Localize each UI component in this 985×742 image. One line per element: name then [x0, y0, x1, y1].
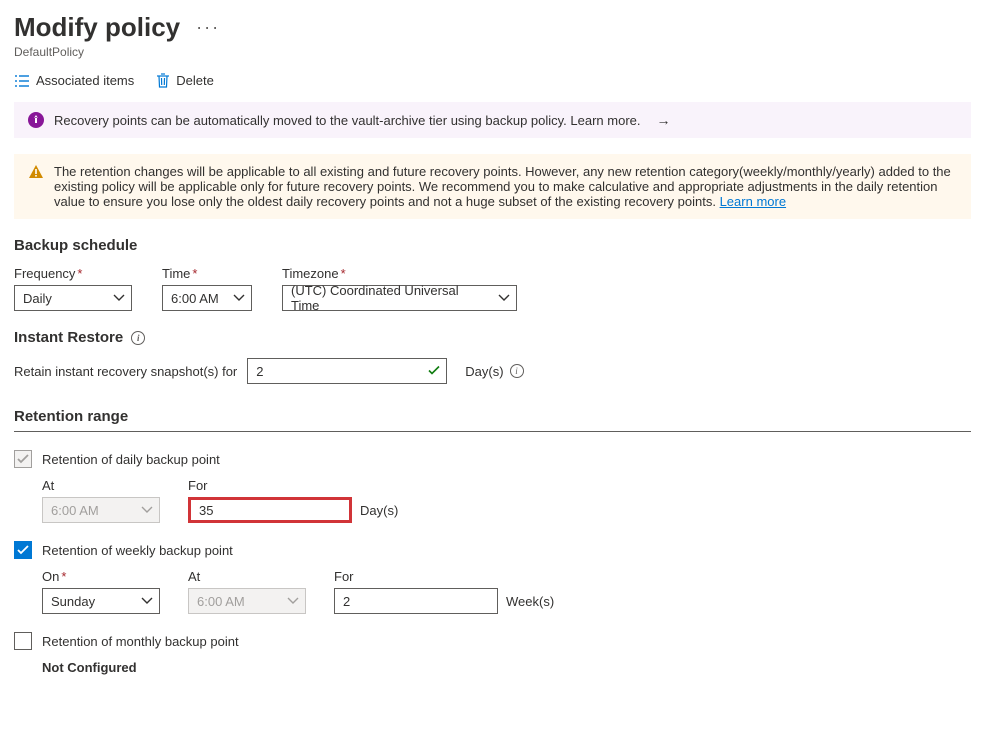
timezone-select[interactable]: (UTC) Coordinated Universal Time: [282, 285, 517, 311]
learn-more-arrow[interactable]: →: [657, 112, 671, 128]
instant-restore-heading: Instant Restore i: [14, 329, 971, 346]
info-icon[interactable]: i: [510, 364, 524, 378]
associated-items-button[interactable]: Associated items: [14, 73, 134, 88]
trash-icon: [156, 73, 170, 88]
chevron-down-icon: [287, 597, 299, 605]
daily-for-label: For: [188, 478, 398, 493]
daily-at-value: 6:00 AM: [51, 503, 99, 518]
weekly-on-select[interactable]: Sunday: [42, 588, 160, 614]
archive-banner-text: Recovery points can be automatically mov…: [54, 113, 641, 128]
daily-for-value: 35: [199, 503, 213, 518]
command-bar: Associated items Delete: [14, 73, 971, 88]
chevron-down-icon: [141, 506, 153, 514]
monthly-not-configured: Not Configured: [42, 660, 971, 675]
warning-icon: [28, 164, 44, 184]
weekly-retention-checkbox[interactable]: [14, 541, 32, 559]
weekly-on-value: Sunday: [51, 594, 95, 609]
list-icon: [14, 74, 30, 88]
more-icon[interactable]: ···: [196, 17, 220, 38]
retention-warning-banner: The retention changes will be applicable…: [14, 154, 971, 219]
daily-at-label: At: [42, 478, 160, 493]
timezone-label: Timezone*: [282, 266, 517, 281]
frequency-label: Frequency*: [14, 266, 132, 281]
chevron-down-icon: [141, 597, 153, 605]
weekly-at-label: At: [188, 569, 306, 584]
warning-text: The retention changes will be applicable…: [54, 164, 951, 209]
weekly-for-label: For: [334, 569, 554, 584]
daily-retention-checkbox: [14, 450, 32, 468]
instant-retain-label: Retain instant recovery snapshot(s) for: [14, 364, 237, 379]
daily-at-select: 6:00 AM: [42, 497, 160, 523]
weekly-retention-label: Retention of weekly backup point: [42, 543, 233, 558]
weekly-on-label: On*: [42, 569, 160, 584]
daily-retention-label: Retention of daily backup point: [42, 452, 220, 467]
page-title: Modify policy: [14, 12, 180, 43]
weekly-for-input[interactable]: 2: [334, 588, 498, 614]
chevron-down-icon: [113, 294, 125, 302]
time-value: 6:00 AM: [171, 291, 219, 306]
page-subtitle: DefaultPolicy: [14, 45, 971, 59]
backup-schedule-heading: Backup schedule: [14, 237, 971, 254]
warning-text-wrap: The retention changes will be applicable…: [54, 164, 957, 209]
weekly-for-value: 2: [343, 594, 350, 609]
checkmark-icon: [428, 364, 440, 379]
daily-for-input[interactable]: 35: [188, 497, 352, 523]
retention-range-heading: Retention range: [14, 408, 971, 432]
time-label: Time*: [162, 266, 252, 281]
monthly-retention-checkbox[interactable]: [14, 632, 32, 650]
daily-for-suffix: Day(s): [360, 503, 398, 518]
weekly-at-value: 6:00 AM: [197, 594, 245, 609]
time-select[interactable]: 6:00 AM: [162, 285, 252, 311]
frequency-select[interactable]: Daily: [14, 285, 132, 311]
weekly-at-select: 6:00 AM: [188, 588, 306, 614]
warning-learn-more-link[interactable]: Learn more: [720, 194, 786, 209]
timezone-value: (UTC) Coordinated Universal Time: [291, 283, 490, 313]
rocket-icon: [28, 112, 44, 128]
delete-button[interactable]: Delete: [156, 73, 214, 88]
info-icon[interactable]: i: [131, 331, 145, 345]
instant-days-value: 2: [256, 364, 263, 379]
chevron-down-icon: [498, 294, 510, 302]
chevron-down-icon: [233, 294, 245, 302]
monthly-retention-label: Retention of monthly backup point: [42, 634, 239, 649]
instant-days-input[interactable]: 2: [247, 358, 447, 384]
delete-label: Delete: [176, 73, 214, 88]
frequency-value: Daily: [23, 291, 52, 306]
weekly-for-suffix: Week(s): [506, 594, 554, 609]
archive-tier-banner: Recovery points can be automatically mov…: [14, 102, 971, 138]
associated-items-label: Associated items: [36, 73, 134, 88]
instant-days-suffix: Day(s): [465, 364, 503, 379]
